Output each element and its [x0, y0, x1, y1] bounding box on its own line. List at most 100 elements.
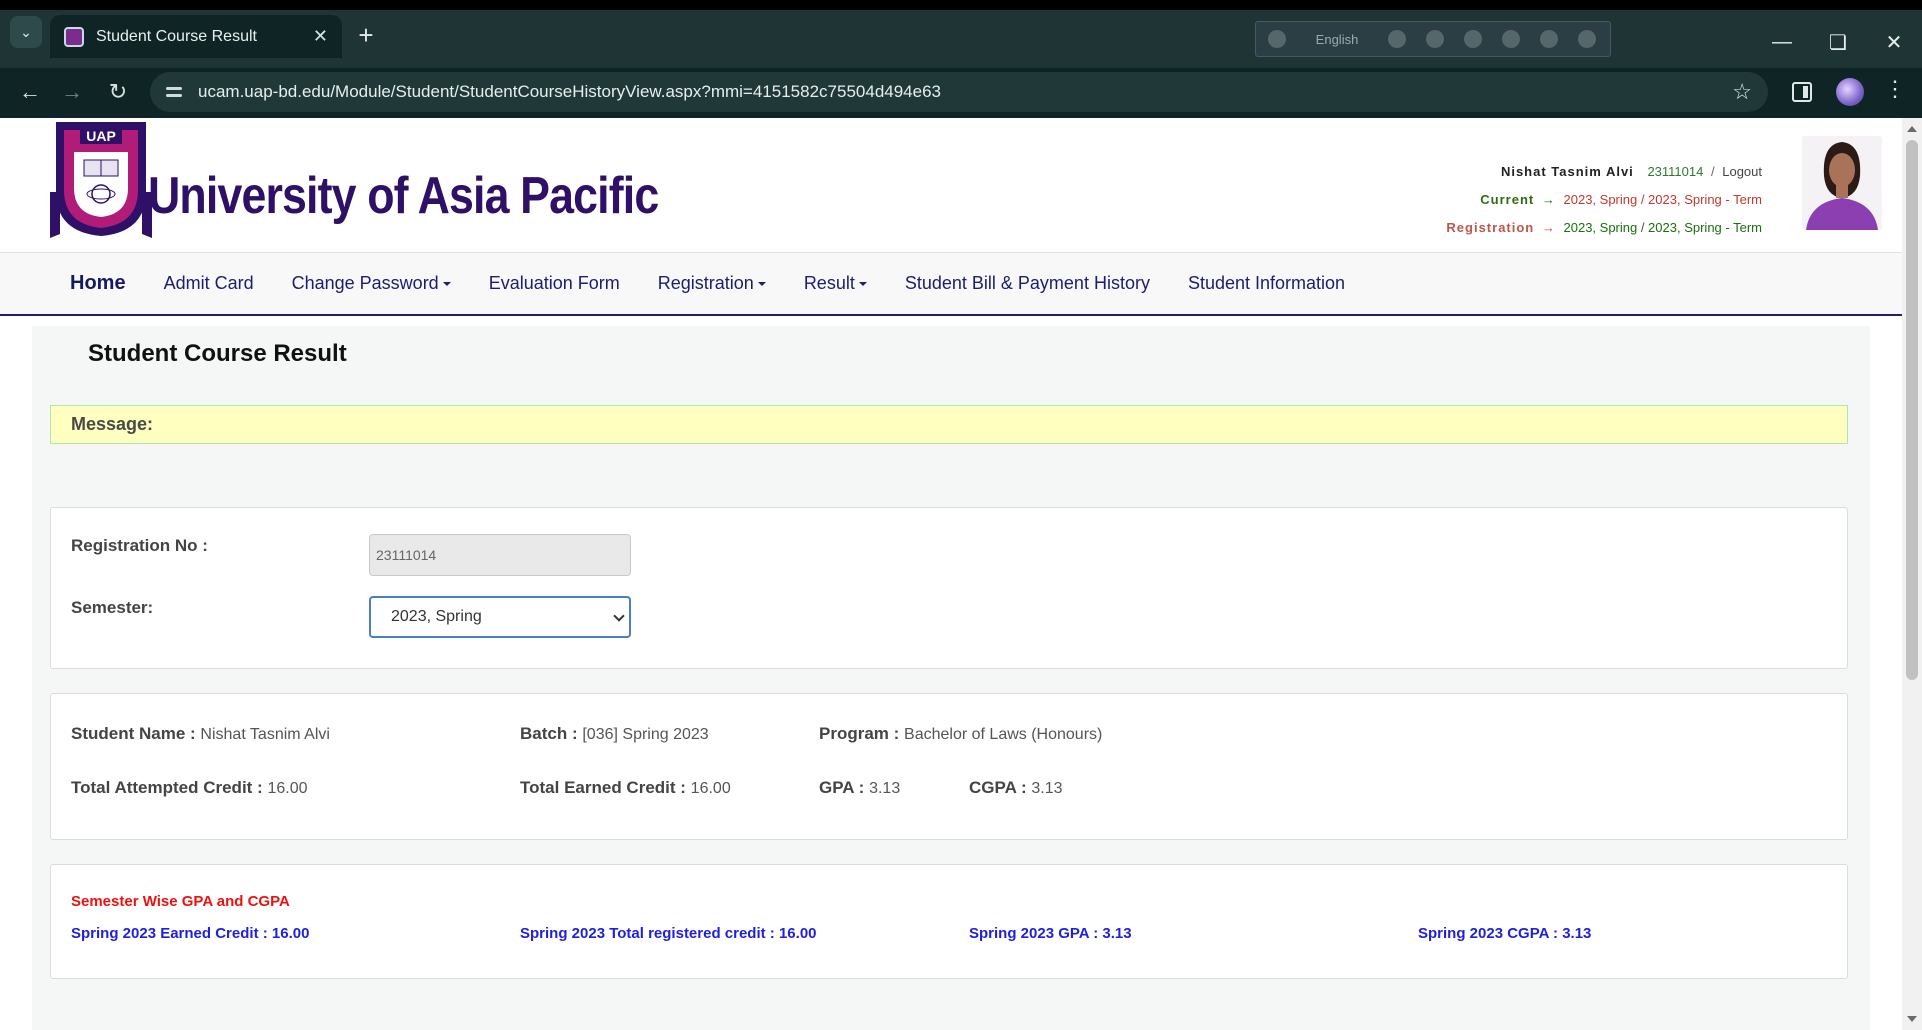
close-tab-icon[interactable]: ✕	[313, 26, 328, 47]
browser-toolbar: ← → ↻ ucam.uap-bd.edu/Module/Student/Stu…	[0, 68, 1922, 118]
registration-no-label: Registration No :	[71, 536, 208, 555]
user-name: Nishat Tasnim Alvi	[1500, 164, 1634, 179]
semester-registered-credit: Spring 2023 Total registered credit : 16…	[520, 925, 817, 942]
semester-cgpa: Spring 2023 CGPA : 3.13	[1418, 925, 1592, 942]
caret-down-icon	[757, 282, 766, 287]
university-logo[interactable]: UAP University of Asia Pacific	[50, 122, 741, 238]
nav-student-bill[interactable]: Student Bill & Payment History	[905, 273, 1150, 294]
tab-title: Student Course Result	[96, 27, 257, 45]
gpa-label: GPA :	[819, 778, 865, 797]
semester-label: Semester:	[71, 598, 154, 617]
caret-down-icon	[442, 282, 451, 287]
uap-favicon-icon	[64, 26, 84, 47]
student-name-item: Student Name : Nishat Tasnim Alvi	[71, 724, 330, 744]
browser-e-icon[interactable]	[1502, 30, 1520, 48]
page-scrollbar[interactable]	[1902, 118, 1922, 1030]
scrollbar-thumb[interactable]	[1906, 140, 1918, 680]
message-bar: Message:	[50, 405, 1848, 444]
gpa-item: GPA : 3.13	[819, 778, 900, 798]
seal-text: UAP	[86, 128, 116, 144]
semester-wise-heading: Semester Wise GPA and CGPA	[71, 893, 290, 910]
tab-search-button[interactable]: ⌄	[10, 16, 42, 48]
chevron-down-icon	[613, 610, 625, 622]
side-panel-icon[interactable]	[1792, 82, 1812, 102]
browser-menu-icon[interactable]: ⋮	[1884, 76, 1906, 102]
nav-change-password-label: Change Password	[291, 273, 439, 293]
minimize-button[interactable]: —	[1754, 20, 1810, 64]
nav-admit-card[interactable]: Admit Card	[164, 273, 254, 294]
clipboard-icon[interactable]	[1426, 30, 1444, 48]
cgpa-item: CGPA : 3.13	[969, 778, 1062, 798]
current-term-value: 2023, Spring / 2023, Spring - Term	[1563, 192, 1763, 207]
main-nav: Home Admit Card Change Password Evaluati…	[0, 252, 1902, 316]
bangla-keyboard-icon[interactable]	[1268, 30, 1286, 48]
earned-credit-item: Total Earned Credit : 16.00	[520, 778, 731, 798]
nav-change-password[interactable]: Change Password	[292, 273, 451, 294]
extension-toolbar: English	[1255, 21, 1611, 57]
chevron-down-icon: ⌄	[20, 23, 32, 40]
registration-no-field[interactable]: 23111014	[369, 534, 631, 576]
info-icon[interactable]	[1578, 30, 1596, 48]
forward-arrow-icon[interactable]: →	[56, 76, 88, 108]
nav-registration-label: Registration	[657, 273, 754, 293]
scroll-up-arrow-icon[interactable]	[1907, 126, 1917, 132]
restore-button[interactable]: ❏	[1810, 20, 1866, 64]
registration-term-line: Registration → 2023, Spring / 2023, Spri…	[1446, 214, 1762, 242]
content-container: Student Course Result Message: Registrat…	[32, 326, 1870, 1030]
nav-result-label: Result	[803, 273, 855, 293]
profile-avatar[interactable]	[1836, 78, 1864, 106]
student-info-panel: Student Name : Nishat Tasnim Alvi Batch …	[50, 693, 1848, 840]
cgpa-label: CGPA :	[969, 778, 1027, 797]
language-selector[interactable]: English	[1306, 32, 1368, 47]
address-bar[interactable]: ucam.uap-bd.edu/Module/Student/StudentCo…	[150, 72, 1768, 112]
semester-selected-value: 2023, Spring	[391, 608, 482, 625]
program-label: Program :	[819, 724, 900, 743]
nav-registration[interactable]: Registration	[658, 273, 766, 294]
semester-select[interactable]: 2023, Spring	[369, 596, 631, 638]
registration-label: Registration	[1446, 220, 1535, 235]
current-label: Current	[1480, 192, 1535, 207]
browser-tabstrip: ⌄ Student Course Result ✕ + English — ❏ …	[0, 10, 1922, 68]
batch-value: [036] Spring 2023	[582, 726, 709, 743]
keyboard-icon[interactable]	[1388, 30, 1406, 48]
batch-label: Batch :	[520, 724, 578, 743]
student-name-value: Nishat Tasnim Alvi	[200, 726, 330, 743]
logout-link[interactable]: Logout	[1722, 164, 1762, 179]
nav-result[interactable]: Result	[804, 273, 867, 294]
semester-gpa: Spring 2023 GPA : 3.13	[969, 925, 1132, 942]
arrow-right-icon: →	[1541, 220, 1556, 235]
help-icon[interactable]	[1540, 30, 1558, 48]
batch-item: Batch : [036] Spring 2023	[520, 724, 709, 744]
gpa-value: 3.13	[869, 780, 901, 797]
new-tab-button[interactable]: +	[352, 20, 380, 51]
student-photo	[1802, 136, 1882, 230]
settings-gear-icon[interactable]	[1464, 30, 1482, 48]
registration-form-panel: Registration No : 23111014 Semester: 202…	[50, 507, 1848, 669]
reload-icon[interactable]: ↻	[102, 76, 134, 108]
page-title: Student Course Result	[88, 340, 347, 367]
program-item: Program : Bachelor of Laws (Honours)	[819, 724, 1102, 744]
url-text[interactable]: ucam.uap-bd.edu/Module/Student/StudentCo…	[198, 82, 1732, 102]
attempted-credit-label: Total Attempted Credit :	[71, 778, 263, 797]
user-id: 23111014	[1647, 164, 1704, 179]
browser-tab-active[interactable]: Student Course Result ✕	[50, 15, 342, 58]
nav-student-information[interactable]: Student Information	[1188, 273, 1345, 294]
arrow-right-icon: →	[1541, 192, 1556, 207]
nav-evaluation-form[interactable]: Evaluation Form	[489, 273, 620, 294]
back-arrow-icon[interactable]: ←	[14, 76, 46, 108]
screen-top-edge	[0, 0, 1922, 10]
semester-earned-credit: Spring 2023 Earned Credit : 16.00	[71, 925, 310, 942]
attempted-credit-value: 16.00	[267, 780, 308, 797]
web-page: UAP University of Asia Pacific Nishat Ta…	[0, 118, 1902, 1030]
uap-seal-icon: UAP	[50, 122, 152, 238]
caret-down-icon	[858, 282, 867, 287]
attempted-credit-item: Total Attempted Credit : 16.00	[71, 778, 308, 798]
site-info-icon[interactable]	[164, 83, 186, 101]
earned-credit-label: Total Earned Credit :	[520, 778, 686, 797]
nav-home[interactable]: Home	[70, 272, 126, 295]
window-controls: — ❏ ✕	[1754, 20, 1922, 64]
scroll-down-arrow-icon[interactable]	[1907, 1016, 1917, 1022]
close-window-button[interactable]: ✕	[1866, 20, 1922, 64]
user-identity-line: Nishat Tasnim Alvi 23111014 / Logout	[1446, 158, 1762, 186]
bookmark-star-icon[interactable]: ☆	[1732, 79, 1752, 105]
